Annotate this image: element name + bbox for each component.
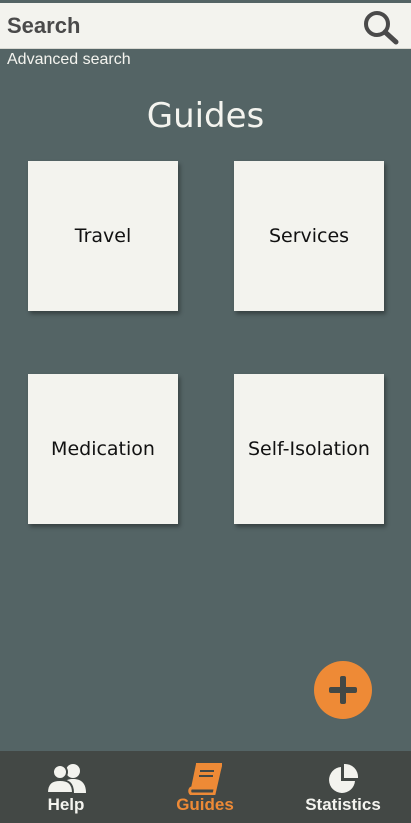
- nav-item-guides[interactable]: Guides: [165, 751, 245, 823]
- book-icon: [188, 763, 222, 795]
- guide-card-label: Medication: [51, 438, 155, 460]
- page-title: Guides: [146, 96, 265, 136]
- guide-card-label: Travel: [74, 225, 132, 247]
- search-icon: [364, 11, 399, 45]
- guide-card-label: Services: [268, 225, 350, 247]
- app-root: Advanced search Guides Travel Services M…: [0, 0, 411, 823]
- nav-label: Help: [47, 795, 85, 814]
- guide-card-medication[interactable]: Medication: [28, 374, 178, 524]
- search-bar: [0, 3, 411, 49]
- bottom-nav: Help Guides Statistics: [0, 751, 411, 823]
- guide-card-travel[interactable]: Travel: [28, 161, 178, 311]
- guide-card-label: Self-Isolation: [248, 438, 370, 460]
- search-input[interactable]: [0, 3, 360, 49]
- nav-item-statistics[interactable]: Statistics: [298, 751, 388, 823]
- people-icon: [47, 764, 86, 793]
- nav-item-help[interactable]: Help: [26, 751, 106, 823]
- plus-icon: [329, 676, 357, 704]
- pie-chart-icon: [329, 763, 359, 793]
- add-guide-button[interactable]: [314, 661, 372, 719]
- guide-card-services[interactable]: Services: [234, 161, 384, 311]
- search-button[interactable]: [362, 9, 400, 45]
- nav-label: Statistics: [305, 795, 381, 814]
- guide-card-self-isolation[interactable]: Self-Isolation: [234, 374, 384, 524]
- nav-label: Guides: [176, 795, 234, 814]
- advanced-search-link[interactable]: Advanced search: [7, 51, 131, 69]
